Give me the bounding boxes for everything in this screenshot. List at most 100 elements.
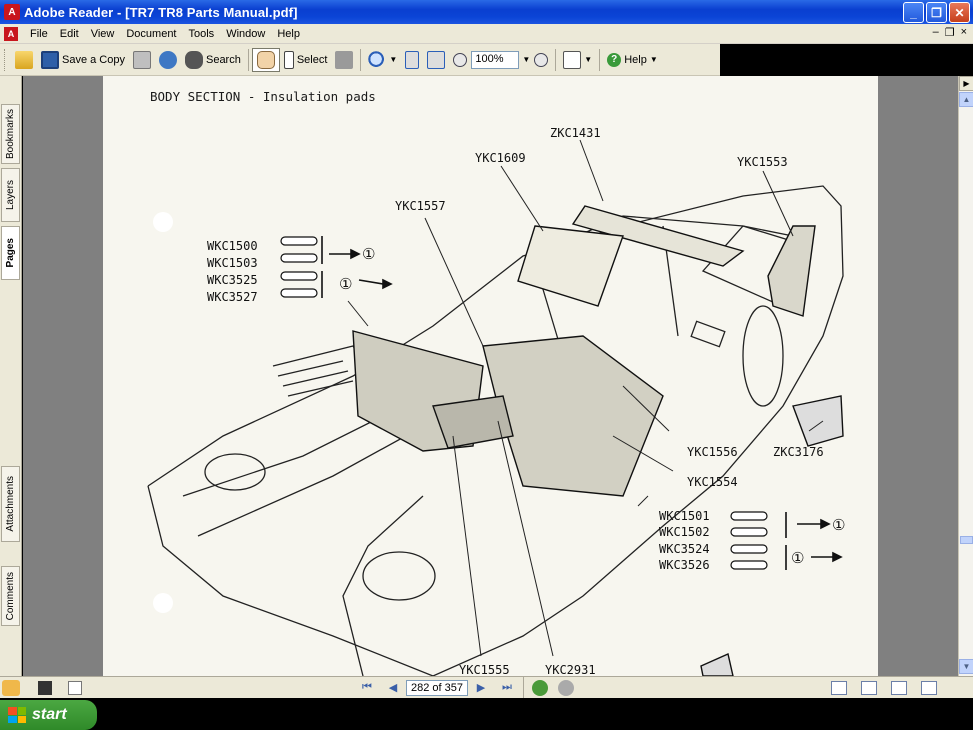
document-status-icon[interactable]: [68, 680, 82, 695]
clip-wkc1501-shape: [730, 511, 768, 521]
continuous-layout-button[interactable]: [861, 680, 877, 695]
previous-page-button[interactable]: ◀: [384, 680, 402, 696]
start-button[interactable]: start: [0, 700, 97, 730]
doc-minimize-button[interactable]: –: [933, 26, 939, 39]
vertical-scrollbar[interactable]: ▶ ▲ ▼: [958, 76, 973, 676]
menu-file[interactable]: File: [24, 28, 54, 40]
car-front-outline: [147, 485, 434, 676]
menu-tools[interactable]: Tools: [183, 28, 221, 40]
label-ykc2931: YKC2931: [545, 663, 596, 676]
page-layout-button[interactable]: ▼: [559, 48, 596, 72]
pad-zkc3176-shape: [792, 395, 844, 447]
menu-help[interactable]: Help: [271, 28, 306, 40]
scroll-up-button[interactable]: ▲: [959, 92, 973, 107]
hand-status-icon[interactable]: [2, 679, 20, 696]
first-page-button[interactable]: ⏮: [358, 680, 376, 696]
clip-wkc1502-shape: [730, 527, 768, 537]
zoom-in-button[interactable]: [530, 48, 552, 72]
search-button[interactable]: Search: [181, 48, 245, 72]
clip-wkc3525-shape: [280, 271, 318, 281]
headlamp-right: [362, 551, 436, 601]
restore-button[interactable]: ❐: [926, 2, 947, 23]
doc-restore-button[interactable]: ❐: [945, 26, 955, 39]
toolbar-separator: [360, 48, 362, 71]
leader-ykc1609: [500, 165, 544, 232]
scroll-down-button[interactable]: ▼: [959, 659, 973, 674]
save-disk-icon: [41, 50, 59, 69]
label-ykc1609: YKC1609: [475, 151, 526, 165]
label-zkc3176: ZKC3176: [773, 445, 824, 459]
page-number-field[interactable]: 282 of 357: [406, 679, 468, 696]
punch-hole-top: [153, 212, 173, 232]
label-zkc1431: ZKC1431: [550, 126, 601, 140]
zoom-dropdown-icon[interactable]: ▼: [522, 55, 530, 64]
menu-window[interactable]: Window: [220, 28, 271, 40]
menu-view[interactable]: View: [85, 28, 121, 40]
doc-close-button[interactable]: ×: [961, 26, 967, 39]
zoom-input[interactable]: 100%: [471, 50, 520, 69]
facing-layout-button[interactable]: [891, 680, 907, 695]
tab-bookmarks[interactable]: Bookmarks: [1, 104, 20, 164]
toolbar-grip[interactable]: [4, 48, 7, 71]
leader-left-clips: [347, 300, 369, 327]
pad-ykc1609-shape: [517, 225, 624, 307]
clip-wkc3527-shape: [280, 288, 318, 298]
print-button[interactable]: [129, 48, 155, 72]
help-icon: ?: [607, 52, 622, 67]
document-viewport[interactable]: BODY SECTION - Insulation pads ZKC1431 Y…: [23, 76, 958, 676]
arrowhead-left-group2: [382, 278, 393, 290]
menu-edit[interactable]: Edit: [54, 28, 85, 40]
label-ykc1554: YKC1554: [687, 475, 738, 489]
panel-menu-arrow[interactable]: ▶: [959, 76, 973, 91]
zoom-tool-button[interactable]: ▼: [364, 48, 401, 72]
select-label: Select: [296, 53, 328, 66]
menu-bar: A File Edit View Document Tools Window H…: [0, 24, 973, 44]
fit-width-button[interactable]: [423, 48, 449, 72]
single-page-layout-button[interactable]: [831, 680, 847, 695]
email-button[interactable]: [155, 48, 181, 72]
status-bar: ⏮ ◀ 282 of 357 ▶ ⏭: [0, 676, 973, 699]
next-view-button[interactable]: [558, 679, 574, 696]
label-ykc1555: YKC1555: [459, 663, 510, 676]
tab-pages[interactable]: Pages: [1, 226, 20, 280]
save-copy-button[interactable]: Save a Copy: [37, 48, 129, 72]
snapshot-button[interactable]: [331, 48, 357, 72]
tab-comments[interactable]: Comments: [1, 566, 20, 626]
next-page-button[interactable]: ▶: [472, 680, 490, 696]
wheel-arch-front: [342, 495, 424, 676]
search-label: Search: [205, 53, 241, 66]
menu-document[interactable]: Document: [120, 28, 182, 40]
select-tool-button[interactable]: Select: [280, 48, 332, 72]
tab-attachments[interactable]: Attachments: [1, 466, 20, 542]
hand-tool-button[interactable]: [251, 47, 280, 72]
ref-marker-right-1: ①: [832, 516, 845, 534]
last-page-button[interactable]: ⏭: [498, 680, 516, 696]
continuous-facing-layout-button[interactable]: [921, 680, 937, 695]
scroll-thumb[interactable]: [960, 536, 973, 544]
close-button[interactable]: ✕: [949, 2, 970, 23]
rear-wheel: [742, 305, 784, 407]
document-icon[interactable]: A: [4, 26, 18, 41]
tab-layers[interactable]: Layers: [1, 168, 20, 222]
label-wkc1503: WKC1503: [207, 256, 258, 270]
pad-tunnel-shape: [432, 395, 514, 449]
minimize-button[interactable]: _: [903, 2, 924, 23]
open-button[interactable]: [11, 48, 37, 72]
door-mirror: [690, 320, 726, 348]
actual-size-button[interactable]: [401, 48, 423, 72]
printer-icon: [132, 50, 151, 69]
zoom-out-button[interactable]: [449, 48, 471, 72]
monitor-icon[interactable]: [38, 680, 52, 695]
previous-view-button[interactable]: [532, 679, 548, 696]
punch-hole-bottom: [153, 593, 173, 613]
pad-ykc1553-shape: [767, 225, 816, 317]
label-ykc1556: YKC1556: [687, 445, 738, 459]
text-cursor-icon: [283, 50, 294, 69]
label-wkc3525: WKC3525: [207, 273, 258, 287]
zoom-out-icon: [453, 52, 468, 67]
arrow-left-group2: [358, 279, 384, 285]
help-button[interactable]: ? Help ▼: [603, 48, 662, 72]
arrowhead-left-group1: [350, 248, 361, 260]
camera-icon: [335, 50, 354, 69]
label-wkc3526: WKC3526: [659, 558, 710, 572]
